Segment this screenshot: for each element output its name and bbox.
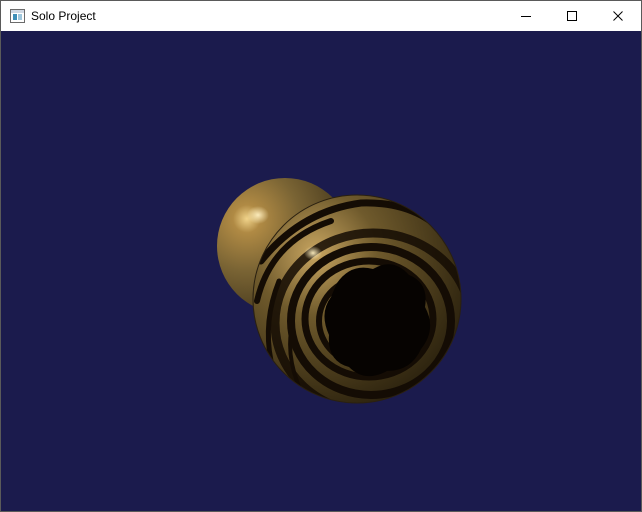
- maximize-icon: [567, 11, 577, 21]
- close-icon: [613, 11, 623, 21]
- window-title: Solo Project: [31, 9, 96, 23]
- minimize-icon: [521, 16, 531, 17]
- striped-textured-sphere: [252, 194, 462, 404]
- minimize-button[interactable]: [503, 1, 549, 31]
- close-button[interactable]: [595, 1, 641, 31]
- render-viewport[interactable]: [1, 31, 641, 511]
- scene-canvas: [217, 178, 462, 404]
- maximize-button[interactable]: [549, 1, 595, 31]
- app-icon: [10, 9, 25, 23]
- title-bar[interactable]: Solo Project: [1, 1, 641, 31]
- app-window: Solo Project: [0, 0, 642, 512]
